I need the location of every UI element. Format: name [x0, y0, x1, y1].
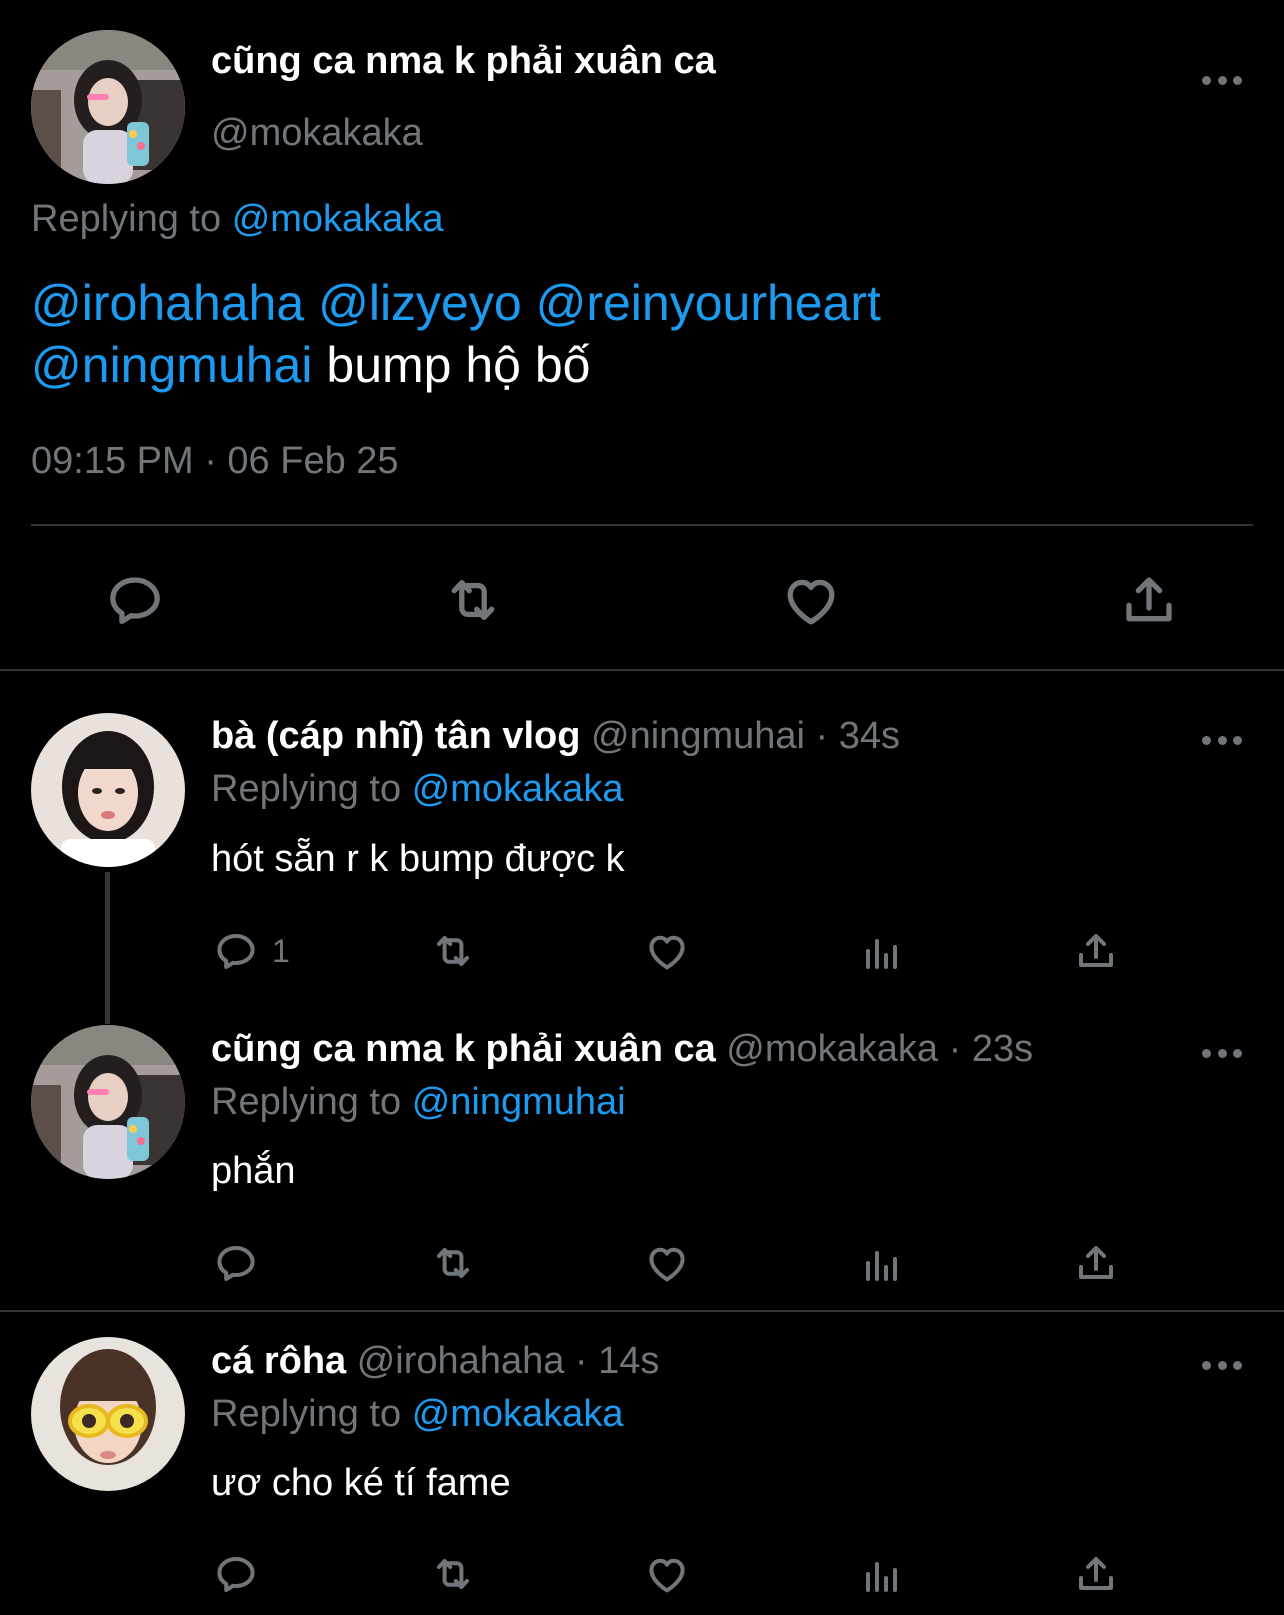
retweet-button[interactable]: [429, 1548, 477, 1600]
tweet-text: @irohahaha @lizyeyo @reinyourheart @ning…: [31, 272, 1231, 396]
share-button[interactable]: [1072, 925, 1120, 977]
share-icon: [1072, 927, 1120, 975]
author-display-name[interactable]: cá rôha: [211, 1340, 346, 1382]
reply-button[interactable]: 1: [212, 925, 290, 977]
retweet-button[interactable]: [429, 1237, 477, 1289]
views-button[interactable]: [858, 1237, 906, 1289]
author-display-name[interactable]: cũng ca nma k phải xuân ca: [211, 1028, 716, 1070]
views-icon: [858, 1239, 906, 1287]
reply-text: hót sẵn r k bump được k: [211, 838, 625, 880]
retweet-icon: [429, 1239, 477, 1287]
tweet-timestamp[interactable]: 09:15 PM · 06 Feb 25: [31, 440, 399, 483]
tweet-body: bump hộ bố: [326, 337, 591, 393]
like-button[interactable]: [643, 1548, 691, 1600]
share-icon: [1072, 1239, 1120, 1287]
like-icon[interactable]: [779, 568, 843, 632]
reply-icon: [212, 1550, 260, 1598]
reply-time[interactable]: · 23s: [949, 1028, 1033, 1070]
replying-to-label: Replying to: [211, 768, 402, 810]
avatar[interactable]: [31, 1337, 185, 1491]
avatar[interactable]: [31, 713, 185, 867]
mention-link[interactable]: @lizyeyo: [318, 275, 522, 331]
avatar-photo-icon: [31, 1337, 185, 1491]
more-options-icon[interactable]: [1202, 1045, 1242, 1061]
like-icon: [643, 1550, 691, 1598]
retweet-button[interactable]: [429, 925, 477, 977]
retweet-icon: [429, 1550, 477, 1598]
like-button[interactable]: [643, 925, 691, 977]
divider: [0, 1310, 1284, 1312]
avatar-photo-icon: [31, 30, 185, 184]
reply-count: 1: [272, 932, 290, 969]
divider: [0, 669, 1284, 671]
views-button[interactable]: [858, 925, 906, 977]
reply-button[interactable]: [212, 1237, 260, 1289]
views-icon: [858, 1550, 906, 1598]
avatar-photo-icon: [31, 1025, 185, 1179]
avatar-photo-icon: [31, 713, 185, 867]
author-handle[interactable]: @ningmuhai: [591, 715, 805, 757]
reply-text: phắn: [211, 1150, 296, 1192]
avatar[interactable]: [31, 1025, 185, 1179]
more-options-icon[interactable]: [1202, 732, 1242, 748]
like-icon: [643, 1239, 691, 1287]
reply-time[interactable]: · 34s: [816, 715, 900, 757]
author-handle[interactable]: @irohahaha: [357, 1340, 565, 1382]
reply-button[interactable]: [212, 1548, 260, 1600]
retweet-icon: [429, 927, 477, 975]
more-options-icon[interactable]: [1202, 1357, 1242, 1373]
thread-connector: [105, 872, 110, 1024]
like-icon: [643, 927, 691, 975]
share-button[interactable]: [1072, 1237, 1120, 1289]
reply-text: ươ cho ké tí fame: [211, 1462, 511, 1504]
reply-time[interactable]: · 14s: [575, 1340, 659, 1382]
author-display-name[interactable]: cũng ca nma k phải xuân ca: [211, 40, 716, 83]
divider: [31, 524, 1253, 526]
replying-to-label: Replying to: [211, 1081, 402, 1123]
author-handle[interactable]: @mokakaka: [726, 1028, 938, 1070]
replying-to-link[interactable]: @mokakaka: [232, 198, 444, 240]
replying-to-link[interactable]: @mokakaka: [412, 768, 624, 810]
share-button[interactable]: [1072, 1548, 1120, 1600]
replying-to-link[interactable]: @mokakaka: [412, 1393, 624, 1435]
share-icon[interactable]: [1117, 568, 1181, 632]
more-options-icon[interactable]: [1202, 72, 1242, 88]
replying-to-label: Replying to: [31, 198, 222, 240]
reply-icon: [212, 927, 260, 975]
replying-to-label: Replying to: [211, 1393, 402, 1435]
author-display-name[interactable]: bà (cáp nhĩ) tân vlog: [211, 715, 580, 757]
replying-to-link[interactable]: @ningmuhai: [412, 1081, 626, 1123]
mention-link[interactable]: @irohahaha: [31, 275, 304, 331]
share-icon: [1072, 1550, 1120, 1598]
like-button[interactable]: [643, 1237, 691, 1289]
views-button[interactable]: [858, 1548, 906, 1600]
reply-icon[interactable]: [103, 568, 167, 632]
views-icon: [858, 927, 906, 975]
mention-link[interactable]: @ningmuhai: [31, 337, 312, 393]
reply-icon: [212, 1239, 260, 1287]
author-handle[interactable]: @mokakaka: [211, 112, 423, 155]
avatar[interactable]: [31, 30, 185, 184]
mention-link[interactable]: @reinyourheart: [536, 275, 881, 331]
retweet-icon[interactable]: [441, 568, 505, 632]
